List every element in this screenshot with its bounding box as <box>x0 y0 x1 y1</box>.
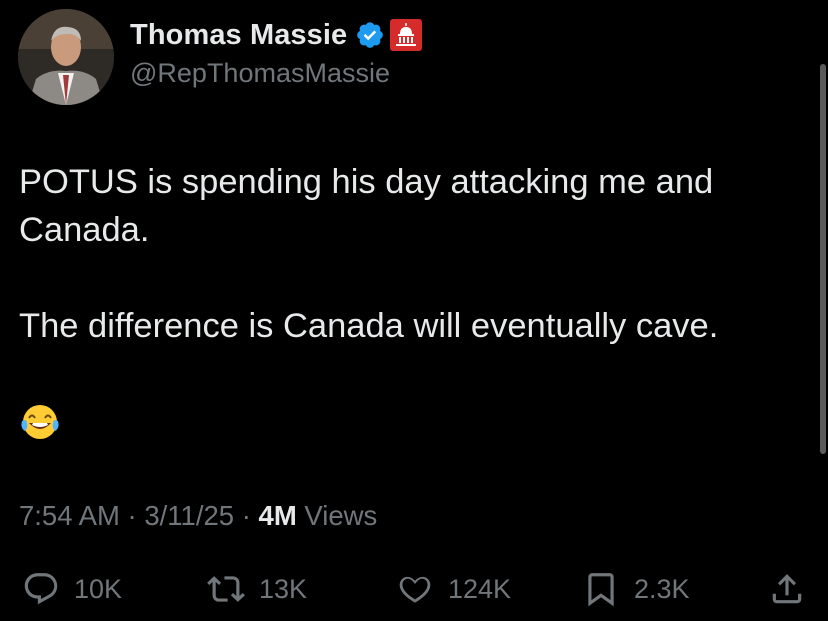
author-handle[interactable]: @RepThomasMassie <box>130 58 390 89</box>
tweet-metadata: 7:54 AM · 3/11/25 · 4M Views <box>19 500 377 532</box>
verified-badge-icon[interactable] <box>355 20 385 50</box>
action-bar: 10K 13K 124K 2.3K <box>0 560 828 620</box>
author-name[interactable]: Thomas Massie <box>130 19 347 52</box>
separator: · <box>241 500 251 531</box>
tweet-paragraph: The difference is Canada will eventually… <box>19 307 719 345</box>
bookmark-icon <box>588 573 614 607</box>
heart-icon <box>399 576 431 603</box>
like-button[interactable]: 124K <box>396 570 511 608</box>
author-name-row: Thomas Massie <box>130 16 423 54</box>
share-button[interactable] <box>768 570 806 608</box>
views-count: 4M <box>258 500 297 531</box>
tweet-time[interactable]: 7:54 AM <box>19 500 120 531</box>
tweet-date[interactable]: 3/11/25 <box>144 500 234 531</box>
bookmark-button[interactable]: 2.3K <box>582 570 690 608</box>
tweet-body: POTUS is spending his day attacking me a… <box>19 158 799 350</box>
author-avatar[interactable] <box>18 9 114 105</box>
reply-icon <box>24 573 58 605</box>
bookmark-count: 2.3K <box>634 573 690 604</box>
views-label: Views <box>304 500 378 531</box>
avatar-photo <box>18 9 114 105</box>
like-count: 124K <box>448 573 512 604</box>
laughing-tears-emoji-icon <box>19 401 61 443</box>
reply-button[interactable]: 10K <box>22 570 122 608</box>
repost-button[interactable]: 13K <box>207 570 307 608</box>
tweet-paragraph: POTUS is spending his day attacking me a… <box>19 163 714 249</box>
reply-count: 10K <box>74 573 123 604</box>
separator: · <box>127 500 137 531</box>
us-capitol-icon[interactable] <box>389 18 423 52</box>
repost-count: 13K <box>259 573 308 604</box>
share-icon <box>772 574 802 604</box>
scrollbar[interactable] <box>820 64 826 454</box>
repost-icon <box>207 576 245 602</box>
